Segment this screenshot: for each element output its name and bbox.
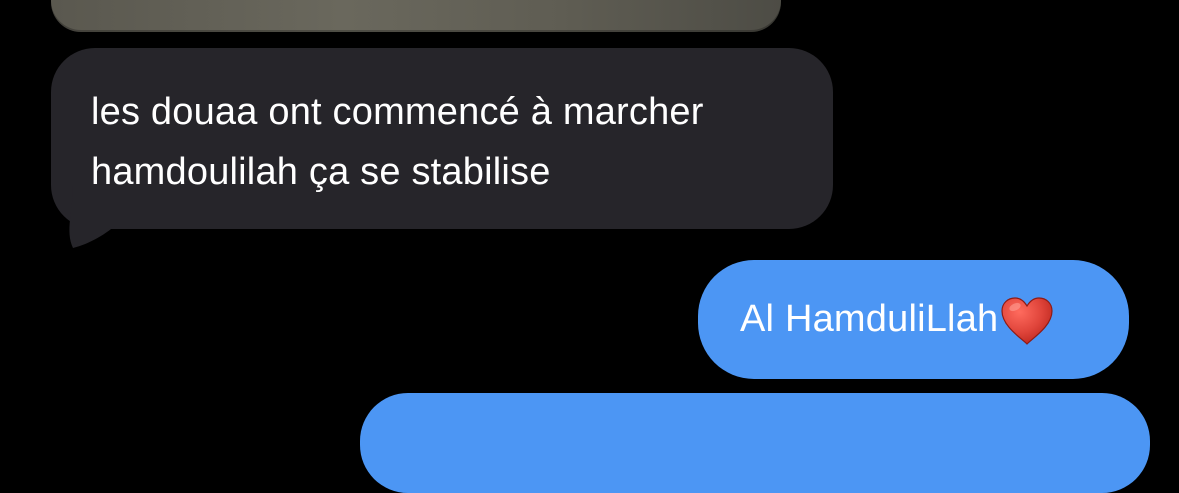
sent-message-bubble-partial[interactable] <box>360 393 1150 493</box>
received-message-bubble[interactable]: les douaa ont commencé à marcher hamdoul… <box>51 48 833 229</box>
received-image-attachment[interactable] <box>51 0 781 32</box>
sent-message-bubble[interactable]: Al HamduliLlah <box>698 260 1129 379</box>
red-heart-icon <box>1001 297 1053 345</box>
message-text: Al HamduliLlah <box>740 298 999 340</box>
received-bubble-tail <box>69 186 119 248</box>
message-line: les douaa ont commencé à marcher <box>91 91 704 133</box>
message-line: hamdoulilah ça se stabilise <box>91 151 551 193</box>
